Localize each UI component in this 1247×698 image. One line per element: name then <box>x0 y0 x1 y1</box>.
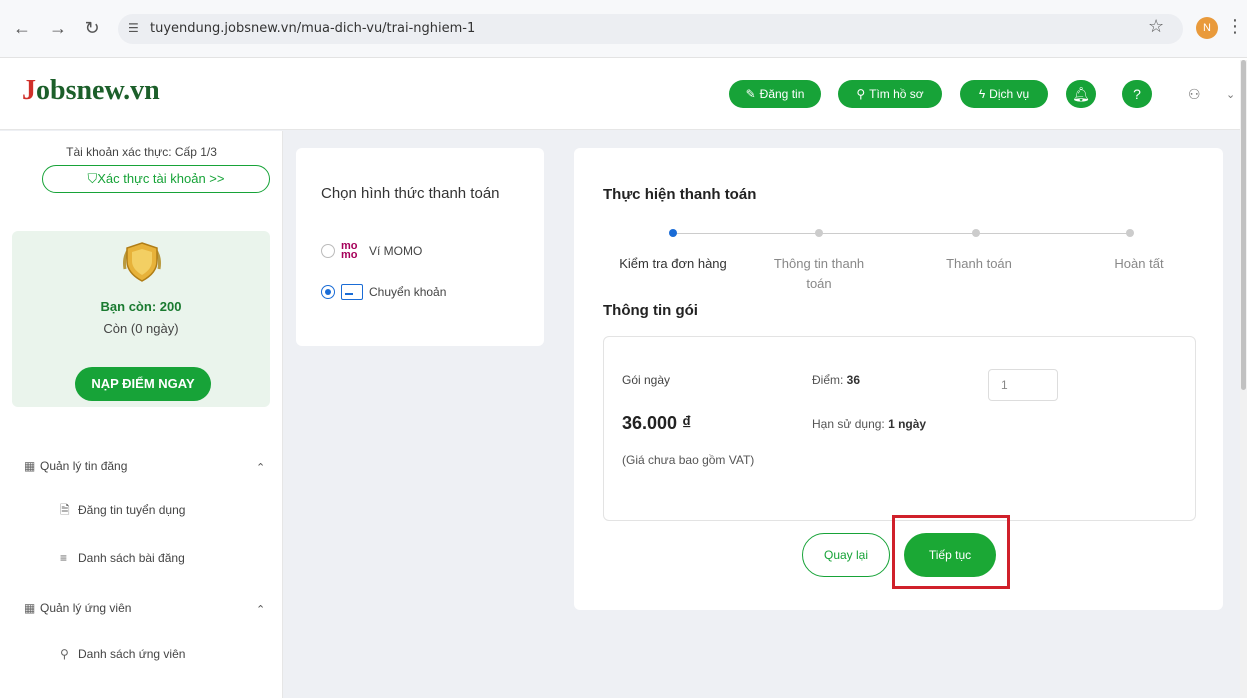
profile-avatar[interactable]: N <box>1196 17 1218 39</box>
method-option-bank-transfer[interactable]: Chuyển khoản <box>321 284 446 300</box>
radio-momo[interactable] <box>321 244 335 258</box>
back-arrow-icon[interactable]: ← <box>12 18 32 39</box>
package-info-title: Thông tin gói <box>603 302 698 319</box>
sidebar-item-post-job[interactable]: 🗎︎ Đăng tin tuyển dụng <box>60 501 185 522</box>
method-title: Chọn hình thức thanh toán <box>321 185 500 202</box>
topup-button[interactable]: NẠP ĐIỂM NGAY <box>75 367 211 401</box>
payment-title: Thực hiện thanh toán <box>603 186 757 203</box>
verify-level-text: Tài khoản xác thực: Cấp 1/3 <box>66 145 217 159</box>
document-icon: 🗎︎ <box>60 503 70 517</box>
payment-method-panel: Chọn hình thức thanh toán mo mo Ví MOMO C… <box>296 148 544 346</box>
step-dot-1 <box>669 229 677 237</box>
user-icon[interactable]: ⚇ <box>1188 86 1201 103</box>
step-dot-2 <box>815 229 823 237</box>
sidebar-item-candidate-list[interactable]: ⚲ Danh sách ứng viên <box>60 647 185 661</box>
credit-balance: Bạn còn: 200 <box>100 299 182 314</box>
list-icon: ≡ <box>60 551 68 565</box>
momo-logo-icon: mo mo <box>341 240 358 261</box>
highlight-box <box>892 515 1010 589</box>
gold-shield-icon <box>123 242 161 282</box>
post-job-button[interactable]: ✎ Đăng tin <box>729 80 821 108</box>
url-text: tuyendung.jobsnew.vn/mua-dich-vu/trai-ng… <box>150 21 476 36</box>
radio-bank-transfer[interactable] <box>321 285 335 299</box>
package-name: Gói ngày <box>622 373 671 387</box>
site-logo[interactable]: Jobsnew.vn <box>22 75 160 107</box>
step-label-2: Thông tin thanh toán <box>773 256 865 291</box>
step-label-3: Thanh toán <box>946 256 1012 271</box>
address-bar[interactable]: ☰ tuyendung.jobsnew.vn/mua-dich-vu/trai-… <box>118 14 1183 44</box>
chevron-up-icon[interactable]: ⌃ <box>256 603 265 616</box>
step-dot-4 <box>1126 229 1134 237</box>
browser-menu-icon[interactable]: ⋮ <box>1226 16 1244 37</box>
package-card: Gói ngày 36.000 ₫ (Giá chưa bao gồm VAT)… <box>603 336 1196 521</box>
forward-arrow-icon[interactable]: → <box>48 18 68 39</box>
package-vat-note: (Giá chưa bao gồm VAT) <box>622 453 755 467</box>
person-icon: ⚲ <box>60 647 69 661</box>
help-button[interactable]: ? <box>1122 80 1152 108</box>
reload-icon[interactable]: ↻ <box>82 18 102 39</box>
package-points: Điểm: 36 <box>812 373 861 387</box>
step-label-4: Hoàn tất <box>1114 256 1164 271</box>
sidebar-item-post-list[interactable]: ≡ Danh sách bài đăng <box>60 551 185 565</box>
sidebar: Tài khoản xác thực: Cấp 1/3 ⛉Xác thực tà… <box>0 131 283 698</box>
chevron-down-icon[interactable]: ⌄ <box>1226 88 1235 101</box>
site-settings-icon[interactable]: ☰ <box>128 21 139 35</box>
stepper-line <box>674 233 1130 234</box>
services-button[interactable]: ϟ Dịch vụ <box>960 80 1048 108</box>
sidebar-group-candidates[interactable]: ▦ Quản lý ứng viên <box>24 601 131 615</box>
find-cv-button[interactable]: ⚲ Tìm hồ sơ <box>838 80 942 108</box>
lightning-icon: ϟ <box>978 87 986 101</box>
search-icon: ⚲ <box>856 87 866 101</box>
bookmark-star-icon[interactable]: ☆ <box>1148 16 1164 37</box>
step-dot-3 <box>972 229 980 237</box>
grid-icon: ▦ <box>24 601 36 615</box>
quantity-input[interactable]: 1 <box>988 369 1058 401</box>
shield-check-icon: ⛉ <box>87 171 98 186</box>
package-price: 36.000 ₫ <box>622 413 692 433</box>
credit-card: Bạn còn: 200 Còn (0 ngày) NẠP ĐIỂM NGAY <box>12 231 270 407</box>
verify-account-button[interactable]: ⛉Xác thực tài khoản >> <box>42 165 270 193</box>
grid-icon: ▦ <box>24 459 36 473</box>
notification-bell-icon[interactable]: 🔔︎ <box>1066 80 1096 108</box>
bank-card-icon <box>341 284 363 300</box>
package-validity: Hạn sử dụng: 1 ngày <box>812 417 927 431</box>
site-header: Jobsnew.vn ✎ Đăng tin ⚲ Tìm hồ sơ ϟ Dịch vụ… <box>0 58 1247 130</box>
method-option-momo[interactable]: mo mo Ví MOMO <box>321 240 422 261</box>
page-scrollbar[interactable] <box>1240 60 1247 698</box>
step-label-1: Kiểm tra đơn hàng <box>619 256 727 271</box>
chevron-up-icon[interactable]: ⌃ <box>256 461 265 474</box>
credit-days: Còn (0 ngày) <box>103 321 179 336</box>
browser-toolbar: ← → ↻ ☰ tuyendung.jobsnew.vn/mua-dich-vu… <box>0 0 1247 58</box>
sidebar-group-job-posts[interactable]: ▦ Quản lý tin đăng <box>24 459 127 473</box>
edit-icon: ✎ <box>745 87 756 101</box>
back-button[interactable]: Quay lại <box>802 533 890 577</box>
scrollbar-thumb[interactable] <box>1241 60 1246 390</box>
